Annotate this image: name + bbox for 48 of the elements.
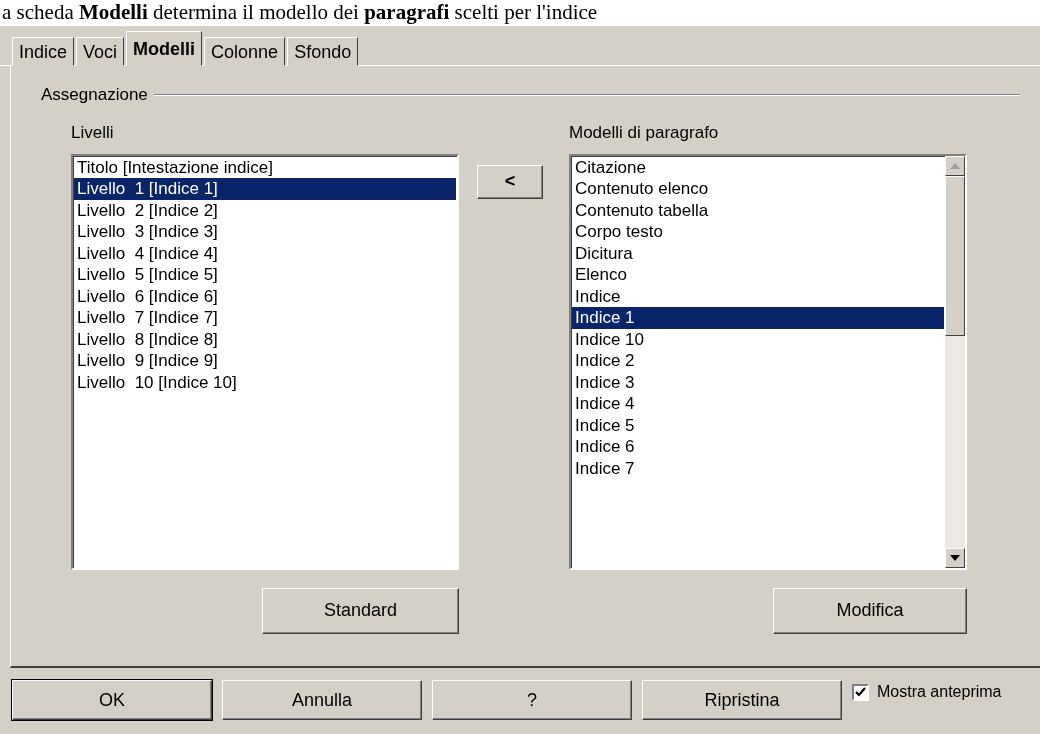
- scrollbar[interactable]: [945, 155, 965, 568]
- tab[interactable]: Indice: [12, 37, 75, 66]
- footer-button[interactable]: OK: [12, 680, 212, 720]
- modifica-button[interactable]: Modifica: [773, 587, 967, 634]
- list-item[interactable]: Indice 2: [572, 350, 944, 372]
- list-item[interactable]: Contenuto elenco: [572, 178, 944, 200]
- list-item[interactable]: Indice: [572, 285, 944, 307]
- assign-button[interactable]: <: [477, 164, 543, 199]
- list-item[interactable]: Citazione: [572, 156, 944, 178]
- list-item[interactable]: Elenco: [572, 264, 944, 286]
- list-item[interactable]: Livello 2 [Indice 2]: [74, 199, 456, 221]
- list-item[interactable]: Indice 5: [572, 414, 944, 436]
- scroll-down-icon[interactable]: [950, 554, 960, 561]
- checkbox-label[interactable]: Mostra anteprima: [877, 680, 1002, 704]
- footer-button[interactable]: ?: [432, 680, 632, 720]
- list-item[interactable]: Livello 9 [Indice 9]: [74, 350, 456, 372]
- checkbox[interactable]: [852, 683, 869, 701]
- list-item[interactable]: Indice 6: [572, 436, 944, 458]
- footer-button[interactable]: Ripristina: [642, 680, 842, 720]
- group-title: Assegnazione: [41, 84, 148, 106]
- list-label: Modelli di paragrafo: [569, 121, 720, 144]
- list-item[interactable]: Indice 7: [572, 457, 944, 479]
- tab[interactable]: Colonne: [204, 37, 286, 66]
- list-item[interactable]: Livello 8 [Indice 8]: [74, 328, 456, 350]
- caption-text: a scheda Modelli determina il modello dei paragrafi scelti per l'indice: [0, 0, 1040, 26]
- tab[interactable]: Voci: [76, 37, 125, 66]
- levels-list[interactable]: [71, 153, 459, 570]
- tab[interactable]: Sfondo: [287, 37, 359, 66]
- tab[interactable]: Modelli: [126, 31, 203, 66]
- footer-button[interactable]: Annulla: [222, 680, 422, 720]
- list-label: Livelli: [71, 121, 115, 144]
- list-item[interactable]: Titolo [Intestazione indice]: [74, 156, 456, 178]
- list-item[interactable]: Dicitura: [572, 242, 944, 264]
- list-item[interactable]: Livello 1 [Indice 1]: [74, 178, 456, 200]
- list-item[interactable]: Indice 1: [572, 307, 944, 329]
- list-item[interactable]: Livello 7 [Indice 7]: [74, 307, 456, 329]
- list-item[interactable]: Livello 6 [Indice 6]: [74, 285, 456, 307]
- standard-button[interactable]: Standard: [262, 587, 459, 634]
- list-item[interactable]: Livello 3 [Indice 3]: [74, 221, 456, 243]
- list-item[interactable]: Corpo testo: [572, 221, 944, 243]
- list-item[interactable]: Livello 4 [Indice 4]: [74, 242, 456, 264]
- list-item[interactable]: Livello 10 [Indice 10]: [74, 371, 456, 393]
- list-item[interactable]: Indice 10: [572, 328, 944, 350]
- list-item[interactable]: Indice 4: [572, 393, 944, 415]
- list-item[interactable]: Livello 5 [Indice 5]: [74, 264, 456, 286]
- list-item[interactable]: Indice 3: [572, 371, 944, 393]
- styles-list[interactable]: Citazione Contenuto elenco Contenuto tabella Corpo testo Dicitura Elenco Indice Indice 1 Indice 10 Indice 2 Indice 3 Indice 4 Indice 5 Indice 6 Indice 7: [569, 153, 967, 570]
- list-item[interactable]: Contenuto tabella: [572, 199, 944, 221]
